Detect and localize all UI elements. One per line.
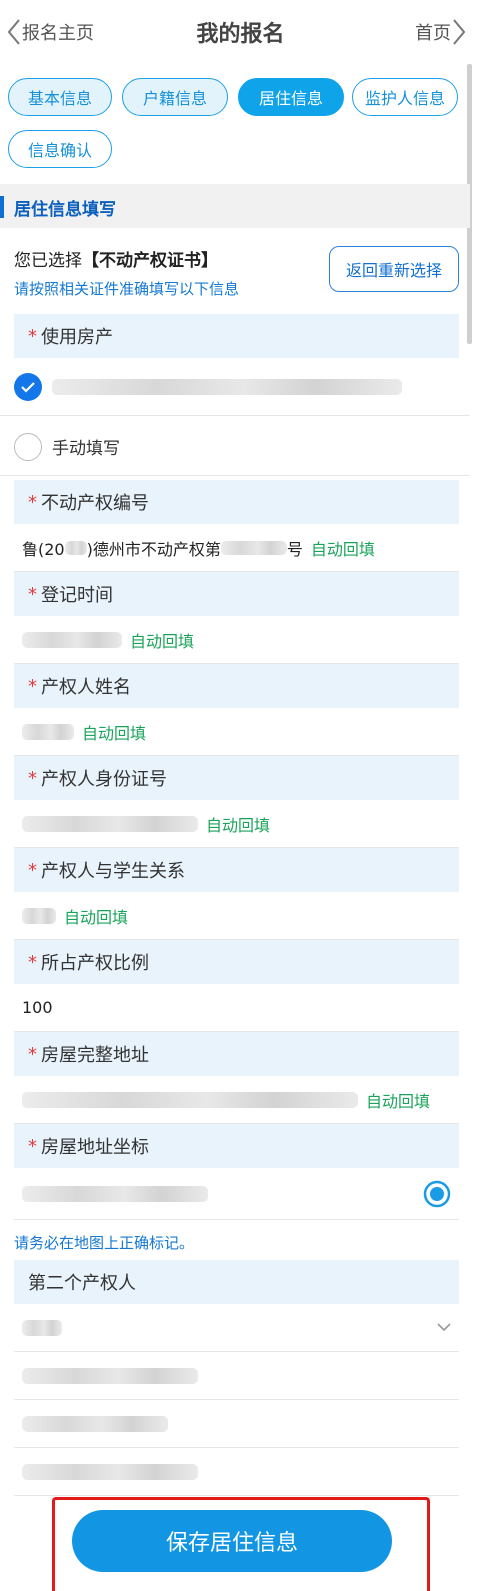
required-icon: * (28, 325, 37, 347)
owner-name-label: 产权人姓名 (41, 677, 131, 698)
share-value[interactable]: 100 (22, 998, 53, 1017)
header: 报名主页 我的报名 首页 (0, 0, 481, 64)
redacted-year (64, 540, 87, 555)
section-title: 居住信息填写 (14, 200, 116, 220)
second-owner-field-3[interactable] (14, 1448, 459, 1496)
relation-value-row: 自动回填 (14, 892, 459, 940)
redacted-owner-name (22, 723, 74, 740)
reg-time-label: 登记时间 (41, 585, 113, 606)
selected-choice: 【不动产权证书】 (82, 251, 218, 271)
relation-label-row: * 产权人与学生关系 (14, 848, 459, 892)
tab-basic-info[interactable]: 基本信息 (8, 78, 112, 116)
chevron-right-icon (453, 19, 466, 45)
redacted-owner-id (22, 815, 198, 832)
property-label: 使用房产 (41, 327, 113, 348)
required-icon: * (28, 951, 37, 973)
share-label: 所占产权比例 (41, 953, 149, 974)
section-accent (0, 196, 4, 218)
radio-unchecked-icon[interactable] (14, 432, 42, 461)
tab-household-info[interactable]: 户籍信息 (122, 78, 228, 116)
redacted-field (22, 1415, 168, 1432)
fill-hint: 请按照相关证件准确填写以下信息 (14, 280, 240, 298)
property-option-manual[interactable]: 手动填写 (0, 418, 470, 476)
required-icon: * (28, 767, 37, 789)
address-label-row: * 房屋完整地址 (14, 1032, 459, 1076)
tab-residence-info[interactable]: 居住信息 (238, 78, 344, 116)
second-owner-label: 第二个产权人 (28, 1273, 136, 1294)
share-value-row[interactable]: 100 (14, 984, 459, 1032)
reselect-button[interactable]: 返回重新选择 (329, 246, 459, 292)
required-icon: * (28, 1043, 37, 1065)
coords-label: 房屋地址坐标 (41, 1137, 149, 1158)
cert-no-value-row: 鲁(20 )德州市不动产权第 号自动回填 (14, 524, 459, 572)
auto-fill-tag: 自动回填 (310, 539, 375, 559)
second-owner-field-1[interactable] (14, 1352, 459, 1400)
auto-fill-tag: 自动回填 (206, 815, 271, 835)
auto-fill-tag: 自动回填 (64, 907, 129, 927)
auto-fill-tag: 自动回填 (82, 723, 147, 743)
redacted-field (22, 1367, 198, 1384)
required-icon: * (28, 859, 37, 881)
chevron-down-icon (437, 1323, 451, 1332)
save-residence-button[interactable]: 保存居住信息 (72, 1510, 392, 1572)
owner-name-label-row: * 产权人姓名 (14, 664, 459, 708)
share-label-row: * 所占产权比例 (14, 940, 459, 984)
home-link[interactable]: 首页 (415, 14, 467, 50)
cert-no-mid: )德州市不动产权第 (86, 539, 221, 559)
property-option-existing[interactable] (0, 358, 470, 416)
radio-checked-icon[interactable] (14, 372, 42, 401)
cert-no-prefix: 鲁(20 (22, 539, 65, 559)
property-label-row: * 使用房产 (14, 314, 459, 358)
redacted-number (220, 540, 287, 555)
second-owner-field-2[interactable] (14, 1400, 459, 1448)
tab-confirm-info[interactable]: 信息确认 (8, 130, 112, 168)
required-icon: * (28, 675, 37, 697)
redacted-coords (22, 1185, 208, 1202)
cert-no-suffix: 号 (286, 539, 303, 559)
home-label: 首页 (415, 23, 451, 44)
address-value-row: 自动回填 (14, 1076, 459, 1124)
tab-guardian-info[interactable]: 监护人信息 (352, 78, 458, 116)
relation-label: 产权人与学生关系 (41, 861, 185, 882)
owner-name-value-row: 自动回填 (14, 708, 459, 756)
reg-time-value-row: 自动回填 (14, 616, 459, 664)
required-icon: * (28, 583, 37, 605)
reg-time-label-row: * 登记时间 (14, 572, 459, 616)
location-target-icon[interactable] (423, 1180, 451, 1208)
cert-no-label-row: * 不动产权编号 (14, 480, 459, 524)
redacted-property (52, 378, 402, 395)
redacted-field (22, 1463, 198, 1480)
owner-id-label-row: * 产权人身份证号 (14, 756, 459, 800)
cert-no-label: 不动产权编号 (41, 493, 149, 514)
redacted-relation (22, 907, 56, 924)
owner-id-label: 产权人身份证号 (41, 769, 167, 790)
coords-label-row: * 房屋地址坐标 (14, 1124, 459, 1168)
second-owner-label-row: 第二个产权人 (14, 1260, 459, 1304)
required-icon: * (28, 1135, 37, 1157)
page-title: 我的报名 (196, 22, 285, 47)
owner-id-value-row: 自动回填 (14, 800, 459, 848)
selected-document: 您已选择【不动产权证书】 (14, 246, 218, 271)
redacted-reg-time (22, 631, 122, 648)
required-icon: * (28, 491, 37, 513)
selected-prefix: 您已选择 (14, 251, 82, 271)
redacted-address (22, 1091, 358, 1108)
redacted-second-owner (22, 1319, 62, 1336)
auto-fill-tag: 自动回填 (130, 631, 195, 651)
manual-label: 手动填写 (52, 439, 120, 459)
address-label: 房屋完整地址 (41, 1045, 149, 1066)
second-owner-select[interactable] (14, 1304, 459, 1352)
map-hint: 请务必在地图上正确标记。 (14, 1234, 195, 1252)
section-heading: 居住信息填写 (0, 184, 470, 228)
auto-fill-tag: 自动回填 (366, 1091, 431, 1111)
coords-value-row[interactable] (14, 1168, 459, 1220)
